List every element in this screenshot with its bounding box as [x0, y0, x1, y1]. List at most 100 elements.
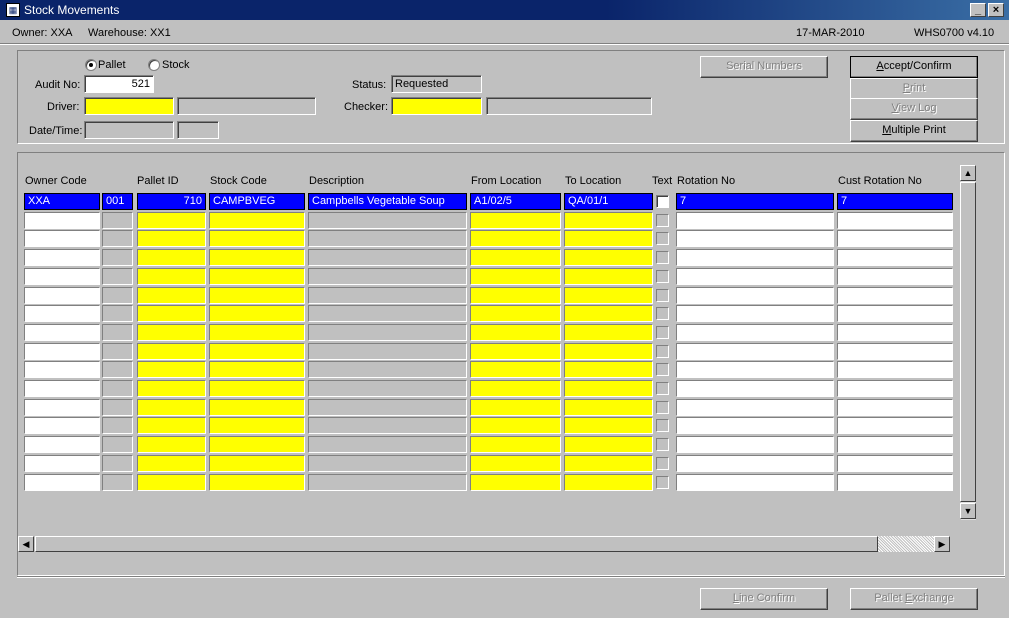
cell-to-location[interactable]	[564, 305, 653, 322]
text-checkbox[interactable]	[656, 270, 669, 283]
cell-from-location[interactable]	[470, 380, 561, 397]
cell-owner-code[interactable]	[24, 399, 100, 416]
cell-from-location[interactable]	[470, 474, 561, 491]
cell-description[interactable]	[308, 268, 467, 285]
cell-stock-code[interactable]	[209, 474, 305, 491]
cell-rotation-no[interactable]	[676, 455, 834, 472]
vertical-scroll-thumb[interactable]	[960, 182, 976, 502]
cell-to-location[interactable]	[564, 380, 653, 397]
cell-owner-code[interactable]	[24, 324, 100, 341]
cell-rotation-no[interactable]	[676, 230, 834, 247]
text-checkbox[interactable]	[656, 382, 669, 395]
cell-description[interactable]	[308, 287, 467, 304]
cell-to-location[interactable]	[564, 343, 653, 360]
cell-owner-code[interactable]	[24, 249, 100, 266]
cell-pallet-id[interactable]	[137, 212, 206, 229]
cell-to-location[interactable]	[564, 249, 653, 266]
serial-numbers-button[interactable]: Serial Numbers	[700, 56, 828, 78]
cell-cust-rotation-no[interactable]	[837, 380, 953, 397]
cell-description[interactable]	[308, 249, 467, 266]
cell-pallet-id[interactable]	[137, 455, 206, 472]
text-checkbox[interactable]	[656, 195, 669, 208]
cell-owner-code[interactable]	[24, 343, 100, 360]
cell-description[interactable]	[308, 230, 467, 247]
text-checkbox[interactable]	[656, 419, 669, 432]
cell-cust-rotation-no[interactable]	[837, 417, 953, 434]
cell-pallet-id[interactable]	[137, 230, 206, 247]
cell-owner-code[interactable]	[24, 474, 100, 491]
cell-stock-code[interactable]	[209, 324, 305, 341]
line-confirm-button[interactable]: Line Confirm	[700, 588, 828, 610]
cell-owner-suffix[interactable]	[102, 324, 133, 341]
cell-from-location[interactable]	[470, 230, 561, 247]
scroll-down-button[interactable]: ▼	[960, 503, 976, 519]
view-log-button[interactable]: View Log	[850, 98, 978, 120]
cell-cust-rotation-no[interactable]	[837, 249, 953, 266]
cell-cust-rotation-no[interactable]	[837, 324, 953, 341]
cell-owner-code[interactable]	[24, 230, 100, 247]
cell-stock-code[interactable]	[209, 361, 305, 378]
cell-stock-code[interactable]: CAMPBVEG	[209, 193, 305, 210]
cell-to-location[interactable]	[564, 417, 653, 434]
cell-from-location[interactable]	[470, 436, 561, 453]
text-checkbox[interactable]	[656, 289, 669, 302]
cell-pallet-id[interactable]	[137, 305, 206, 322]
cell-from-location[interactable]	[470, 361, 561, 378]
cell-to-location[interactable]	[564, 474, 653, 491]
cell-from-location[interactable]	[470, 417, 561, 434]
cell-rotation-no[interactable]	[676, 399, 834, 416]
cell-cust-rotation-no[interactable]	[837, 212, 953, 229]
print-button[interactable]: Print	[850, 78, 978, 100]
cell-owner-suffix[interactable]	[102, 417, 133, 434]
cell-rotation-no[interactable]	[676, 361, 834, 378]
cell-description[interactable]	[308, 343, 467, 360]
cell-cust-rotation-no[interactable]	[837, 268, 953, 285]
cell-from-location[interactable]: A1/02/5	[470, 193, 561, 210]
cell-to-location[interactable]	[564, 230, 653, 247]
cell-from-location[interactable]	[470, 324, 561, 341]
cell-pallet-id[interactable]	[137, 249, 206, 266]
cell-rotation-no[interactable]	[676, 380, 834, 397]
cell-to-location[interactable]: QA/01/1	[564, 193, 653, 210]
cell-stock-code[interactable]	[209, 417, 305, 434]
cell-stock-code[interactable]	[209, 212, 305, 229]
text-checkbox[interactable]	[656, 363, 669, 376]
checker-code-field[interactable]	[391, 97, 482, 115]
cell-description[interactable]	[308, 474, 467, 491]
close-button[interactable]: ×	[988, 3, 1004, 17]
cell-from-location[interactable]	[470, 399, 561, 416]
cell-stock-code[interactable]	[209, 305, 305, 322]
cell-rotation-no[interactable]	[676, 212, 834, 229]
cell-owner-code[interactable]	[24, 268, 100, 285]
cell-pallet-id[interactable]	[137, 361, 206, 378]
cell-owner-suffix[interactable]: 001	[102, 193, 133, 210]
cell-to-location[interactable]	[564, 436, 653, 453]
cell-to-location[interactable]	[564, 268, 653, 285]
cell-rotation-no[interactable]	[676, 417, 834, 434]
cell-from-location[interactable]	[470, 268, 561, 285]
cell-description[interactable]	[308, 417, 467, 434]
cell-stock-code[interactable]	[209, 287, 305, 304]
cell-rotation-no[interactable]	[676, 305, 834, 322]
cell-stock-code[interactable]	[209, 230, 305, 247]
cell-stock-code[interactable]	[209, 380, 305, 397]
cell-owner-suffix[interactable]	[102, 212, 133, 229]
cell-cust-rotation-no[interactable]	[837, 361, 953, 378]
cell-rotation-no[interactable]	[676, 268, 834, 285]
cell-cust-rotation-no[interactable]	[837, 230, 953, 247]
text-checkbox[interactable]	[656, 457, 669, 470]
cell-owner-suffix[interactable]	[102, 343, 133, 360]
scroll-up-button[interactable]: ▲	[960, 165, 976, 181]
cell-to-location[interactable]	[564, 361, 653, 378]
cell-pallet-id[interactable]	[137, 343, 206, 360]
cell-from-location[interactable]	[470, 455, 561, 472]
cell-owner-code[interactable]	[24, 212, 100, 229]
pallet-radio[interactable]	[85, 59, 97, 71]
cell-pallet-id[interactable]	[137, 380, 206, 397]
cell-description[interactable]	[308, 305, 467, 322]
cell-pallet-id[interactable]	[137, 436, 206, 453]
cell-owner-code[interactable]	[24, 436, 100, 453]
cell-stock-code[interactable]	[209, 249, 305, 266]
cell-cust-rotation-no[interactable]	[837, 474, 953, 491]
text-checkbox[interactable]	[656, 345, 669, 358]
